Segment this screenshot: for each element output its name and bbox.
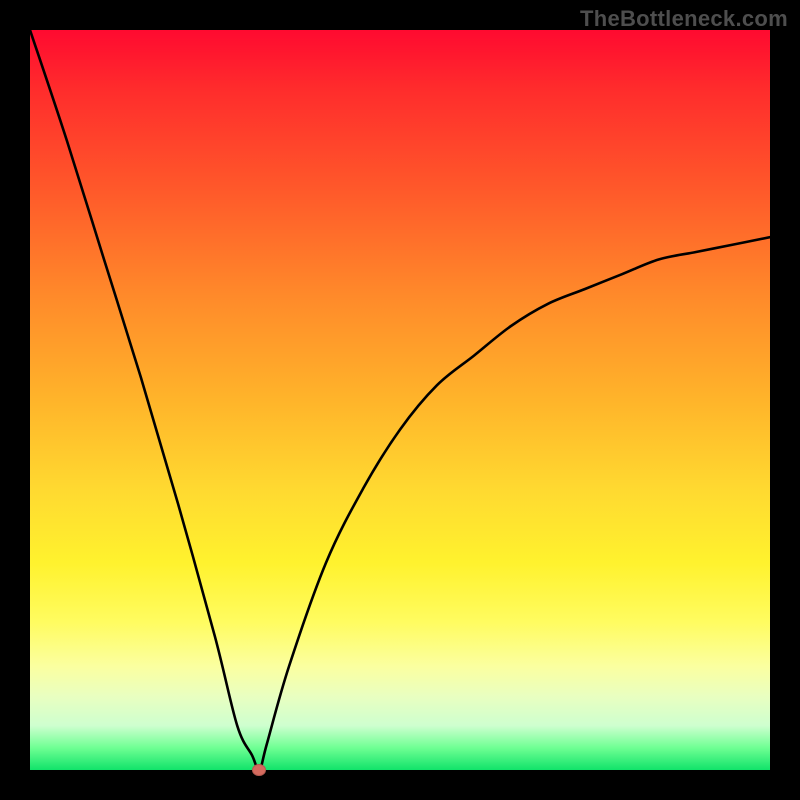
bottleneck-curve: [30, 30, 770, 770]
minimum-marker: [252, 764, 266, 776]
curve-path: [30, 30, 770, 770]
watermark-text: TheBottleneck.com: [580, 6, 788, 32]
plot-area: [30, 30, 770, 770]
stage: TheBottleneck.com: [0, 0, 800, 800]
